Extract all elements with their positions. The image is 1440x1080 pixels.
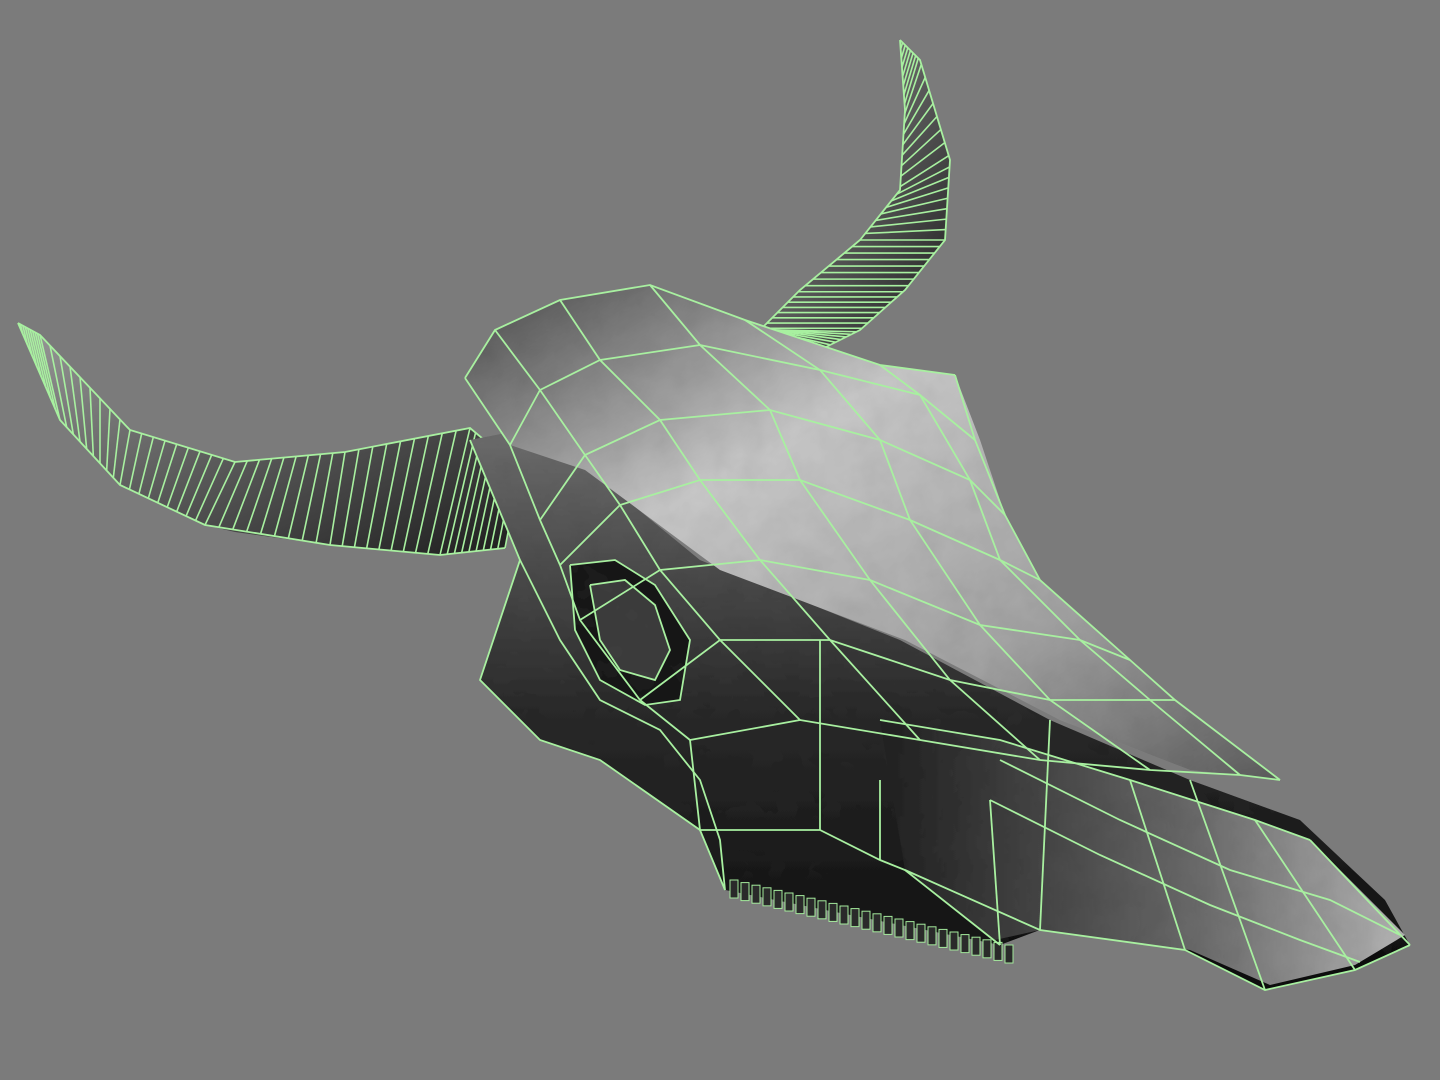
left-horn[interactable] [17, 322, 521, 556]
tooth [795, 895, 805, 915]
tooth [1004, 944, 1014, 964]
viewport-canvas[interactable] [0, 0, 1440, 1080]
tooth [993, 941, 1003, 961]
tooth [982, 939, 992, 959]
tooth [762, 887, 772, 907]
tooth [927, 926, 937, 946]
tooth [729, 879, 739, 899]
tooth [817, 900, 827, 920]
tooth [938, 928, 948, 948]
tooth [894, 918, 904, 938]
tooth [773, 889, 783, 909]
tooth [751, 884, 761, 904]
tooth [960, 934, 970, 954]
tooth [839, 905, 849, 925]
tooth [828, 902, 838, 922]
3d-viewport[interactable] [0, 0, 1440, 1080]
tooth [916, 923, 926, 943]
tooth [850, 908, 860, 928]
tooth [883, 915, 893, 935]
tooth [905, 921, 915, 941]
tooth [949, 931, 959, 951]
tooth [971, 936, 981, 956]
right-horn[interactable] [744, 39, 951, 351]
tooth [861, 910, 871, 930]
tooth [740, 882, 750, 902]
tooth [806, 897, 816, 917]
left-horn-surface [18, 323, 520, 555]
tooth [784, 892, 794, 912]
tooth [872, 913, 882, 933]
